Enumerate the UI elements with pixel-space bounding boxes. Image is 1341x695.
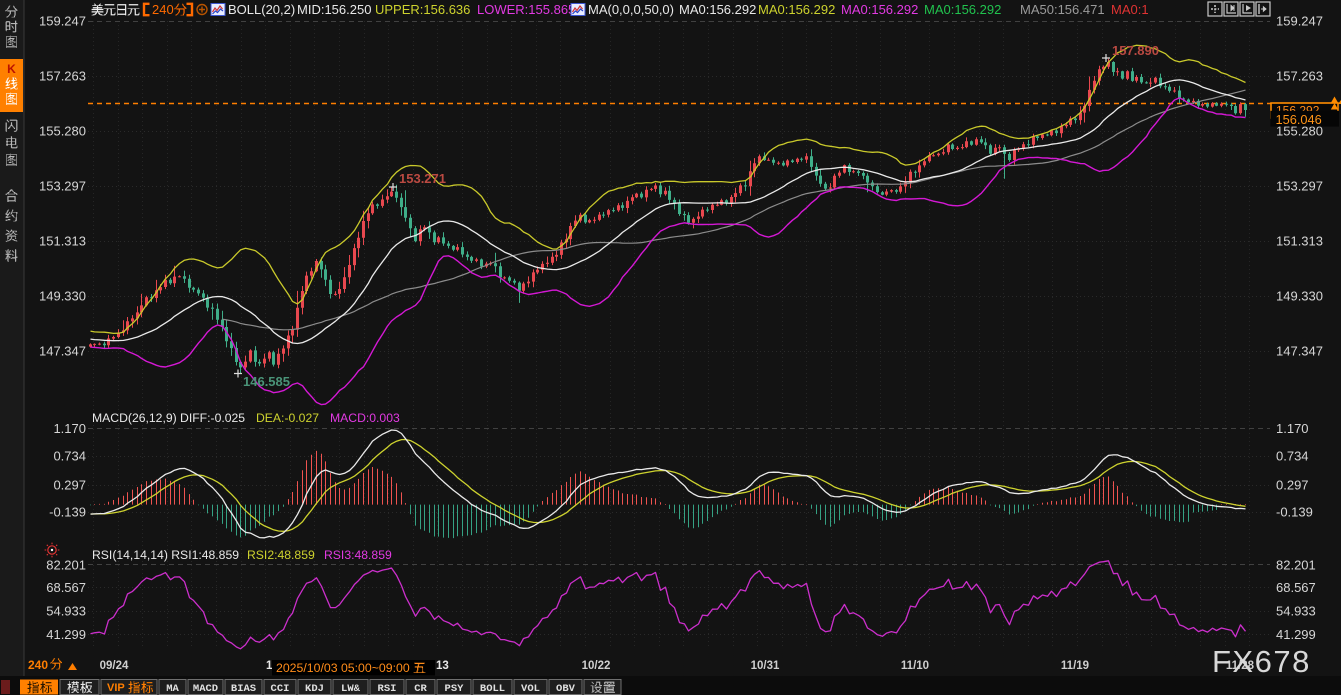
svg-text:157.263: 157.263 — [1276, 69, 1323, 84]
svg-text:1.170: 1.170 — [1276, 421, 1309, 436]
svg-text:156.046: 156.046 — [1276, 112, 1322, 127]
svg-text:2025/10/03 05:00~09:00: 2025/10/03 05:00~09:00 — [276, 661, 410, 675]
svg-text:82.201: 82.201 — [1276, 557, 1316, 572]
svg-text:BOLL(20,2): BOLL(20,2) — [228, 2, 295, 17]
svg-text:41.299: 41.299 — [46, 627, 86, 642]
svg-text:157.263: 157.263 — [39, 69, 86, 84]
svg-text:68.567: 68.567 — [46, 580, 86, 595]
svg-text:RSI2:48.859: RSI2:48.859 — [247, 548, 315, 562]
svg-text:VOL: VOL — [521, 683, 540, 695]
svg-text:MA0:156.292: MA0:156.292 — [679, 2, 756, 17]
svg-text:KDJ: KDJ — [305, 683, 324, 695]
svg-text:11/19: 11/19 — [1061, 660, 1089, 672]
svg-text:DEA:-0.027: DEA:-0.027 — [256, 411, 319, 425]
svg-text:RSI3:48.859: RSI3:48.859 — [324, 548, 392, 562]
svg-text:151.313: 151.313 — [1276, 234, 1323, 249]
svg-text:LOWER:155.865: LOWER:155.865 — [477, 2, 575, 17]
svg-text:146.585: 146.585 — [243, 374, 290, 389]
svg-text:153.271: 153.271 — [399, 171, 446, 186]
svg-text:153.297: 153.297 — [1276, 179, 1323, 194]
svg-text:VIP: VIP — [107, 682, 125, 694]
svg-text:0.734: 0.734 — [1276, 449, 1309, 464]
svg-text:K: K — [7, 62, 16, 76]
svg-text:OBV: OBV — [556, 683, 576, 695]
svg-text:54.933: 54.933 — [46, 604, 86, 619]
svg-text:157.890: 157.890 — [1112, 43, 1159, 58]
svg-text:54.933: 54.933 — [1276, 604, 1316, 619]
svg-text:RSI(14,14,14) RSI1:48.859: RSI(14,14,14) RSI1:48.859 — [92, 548, 239, 562]
svg-text:240: 240 — [152, 2, 174, 17]
svg-text:0.297: 0.297 — [1276, 478, 1309, 493]
svg-text:MA: MA — [166, 683, 179, 695]
svg-text:CR: CR — [414, 683, 427, 695]
svg-text:-0.139: -0.139 — [49, 505, 86, 520]
svg-text:CCI: CCI — [271, 683, 290, 695]
svg-text:13: 13 — [436, 660, 449, 672]
svg-text:0.297: 0.297 — [53, 478, 86, 493]
svg-text:240: 240 — [28, 658, 48, 672]
svg-text:MA0:156.292: MA0:156.292 — [924, 2, 1001, 17]
svg-text:155.280: 155.280 — [39, 124, 86, 139]
svg-text:147.347: 147.347 — [1276, 344, 1323, 359]
svg-text:153.297: 153.297 — [39, 179, 86, 194]
svg-text:UPPER:156.636: UPPER:156.636 — [375, 2, 470, 17]
svg-text:159.247: 159.247 — [39, 14, 86, 29]
svg-text:10/31: 10/31 — [751, 660, 780, 672]
svg-text:BIAS: BIAS — [231, 683, 256, 695]
svg-text:MA0:156.292: MA0:156.292 — [758, 2, 835, 17]
svg-text:MID:156.250: MID:156.250 — [297, 2, 371, 17]
svg-text:MA0:1: MA0:1 — [1111, 2, 1149, 17]
svg-text:BOLL: BOLL — [480, 683, 505, 695]
svg-text:0.734: 0.734 — [53, 449, 86, 464]
svg-text:151.313: 151.313 — [39, 234, 86, 249]
svg-text:1.170: 1.170 — [53, 421, 86, 436]
svg-text:68.567: 68.567 — [1276, 580, 1316, 595]
svg-text:MA50:156.471: MA50:156.471 — [1020, 2, 1105, 17]
svg-text:149.330: 149.330 — [39, 289, 86, 304]
svg-text:LW&: LW& — [341, 683, 361, 695]
svg-text:11/10: 11/10 — [901, 660, 929, 672]
svg-text:MA0:156.292: MA0:156.292 — [841, 2, 918, 17]
svg-text:1: 1 — [266, 660, 273, 672]
svg-text:159.247: 159.247 — [1276, 14, 1323, 29]
svg-text:82.201: 82.201 — [46, 557, 86, 572]
svg-text:MACD:0.003: MACD:0.003 — [330, 411, 400, 425]
svg-text:-0.139: -0.139 — [1276, 505, 1313, 520]
svg-text:41.299: 41.299 — [1276, 627, 1316, 642]
svg-text:147.347: 147.347 — [39, 344, 86, 359]
svg-text:MA(0,0,0,50,0): MA(0,0,0,50,0) — [588, 2, 674, 17]
svg-text:PSY: PSY — [445, 683, 465, 695]
svg-text:10/22: 10/22 — [582, 660, 611, 672]
svg-text:FX678: FX678 — [1212, 644, 1311, 679]
svg-text:MACD(26,12,9) DIFF:-0.025: MACD(26,12,9) DIFF:-0.025 — [92, 411, 245, 425]
svg-text:RSI: RSI — [378, 683, 397, 695]
svg-text:MACD: MACD — [193, 683, 218, 695]
svg-text:149.330: 149.330 — [1276, 289, 1323, 304]
svg-text:09/24: 09/24 — [100, 660, 129, 672]
